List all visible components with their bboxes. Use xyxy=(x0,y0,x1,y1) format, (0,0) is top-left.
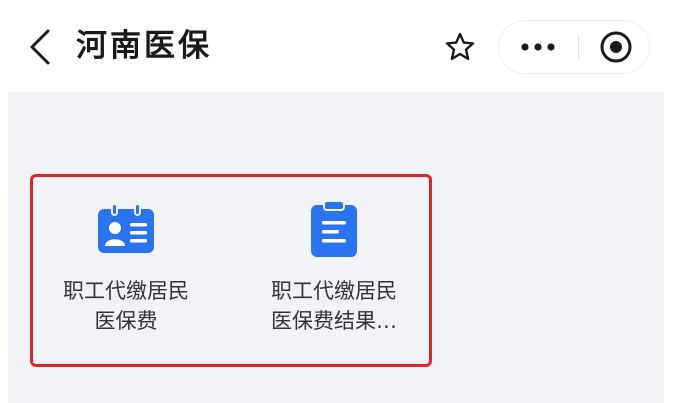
star-outline-icon xyxy=(445,32,475,60)
service-icon-wrapper xyxy=(26,200,226,258)
service-item-employee-pay-resident-insurance[interactable]: 职工代缴居民 医保费 xyxy=(26,196,226,346)
id-card-icon xyxy=(98,204,154,253)
service-label-line-2: 医保费结果… xyxy=(271,309,397,333)
more-options-button[interactable] xyxy=(499,21,577,73)
favorite-button[interactable] xyxy=(433,20,487,74)
service-label-line-2: 医保费 xyxy=(94,309,158,333)
clipboard-document-icon xyxy=(311,200,357,257)
navigation-bar: 河南医保 xyxy=(0,0,685,92)
more-dots-icon xyxy=(521,43,555,51)
service-item-employee-pay-resident-insurance-result[interactable]: 职工代缴居民 医保费结果… xyxy=(234,196,434,346)
page-title: 河南医保 xyxy=(76,28,212,64)
service-label-line-1: 职工代缴居民 xyxy=(271,279,397,303)
back-button[interactable] xyxy=(20,24,60,70)
service-label-line-1: 职工代缴居民 xyxy=(63,279,189,303)
target-circle-icon xyxy=(600,31,632,63)
capsule-divider xyxy=(578,35,579,59)
mini-program-capsule xyxy=(498,20,650,74)
close-mini-program-button[interactable] xyxy=(583,21,649,73)
service-icon-wrapper xyxy=(234,200,434,258)
chevron-left-icon xyxy=(30,29,50,65)
main-content: 职工代缴居民 医保费 职工代缴居民 医保费结果… xyxy=(0,92,685,403)
service-label: 职工代缴居民 医保费 xyxy=(26,276,226,336)
service-label: 职工代缴居民 医保费结果… xyxy=(234,276,434,336)
